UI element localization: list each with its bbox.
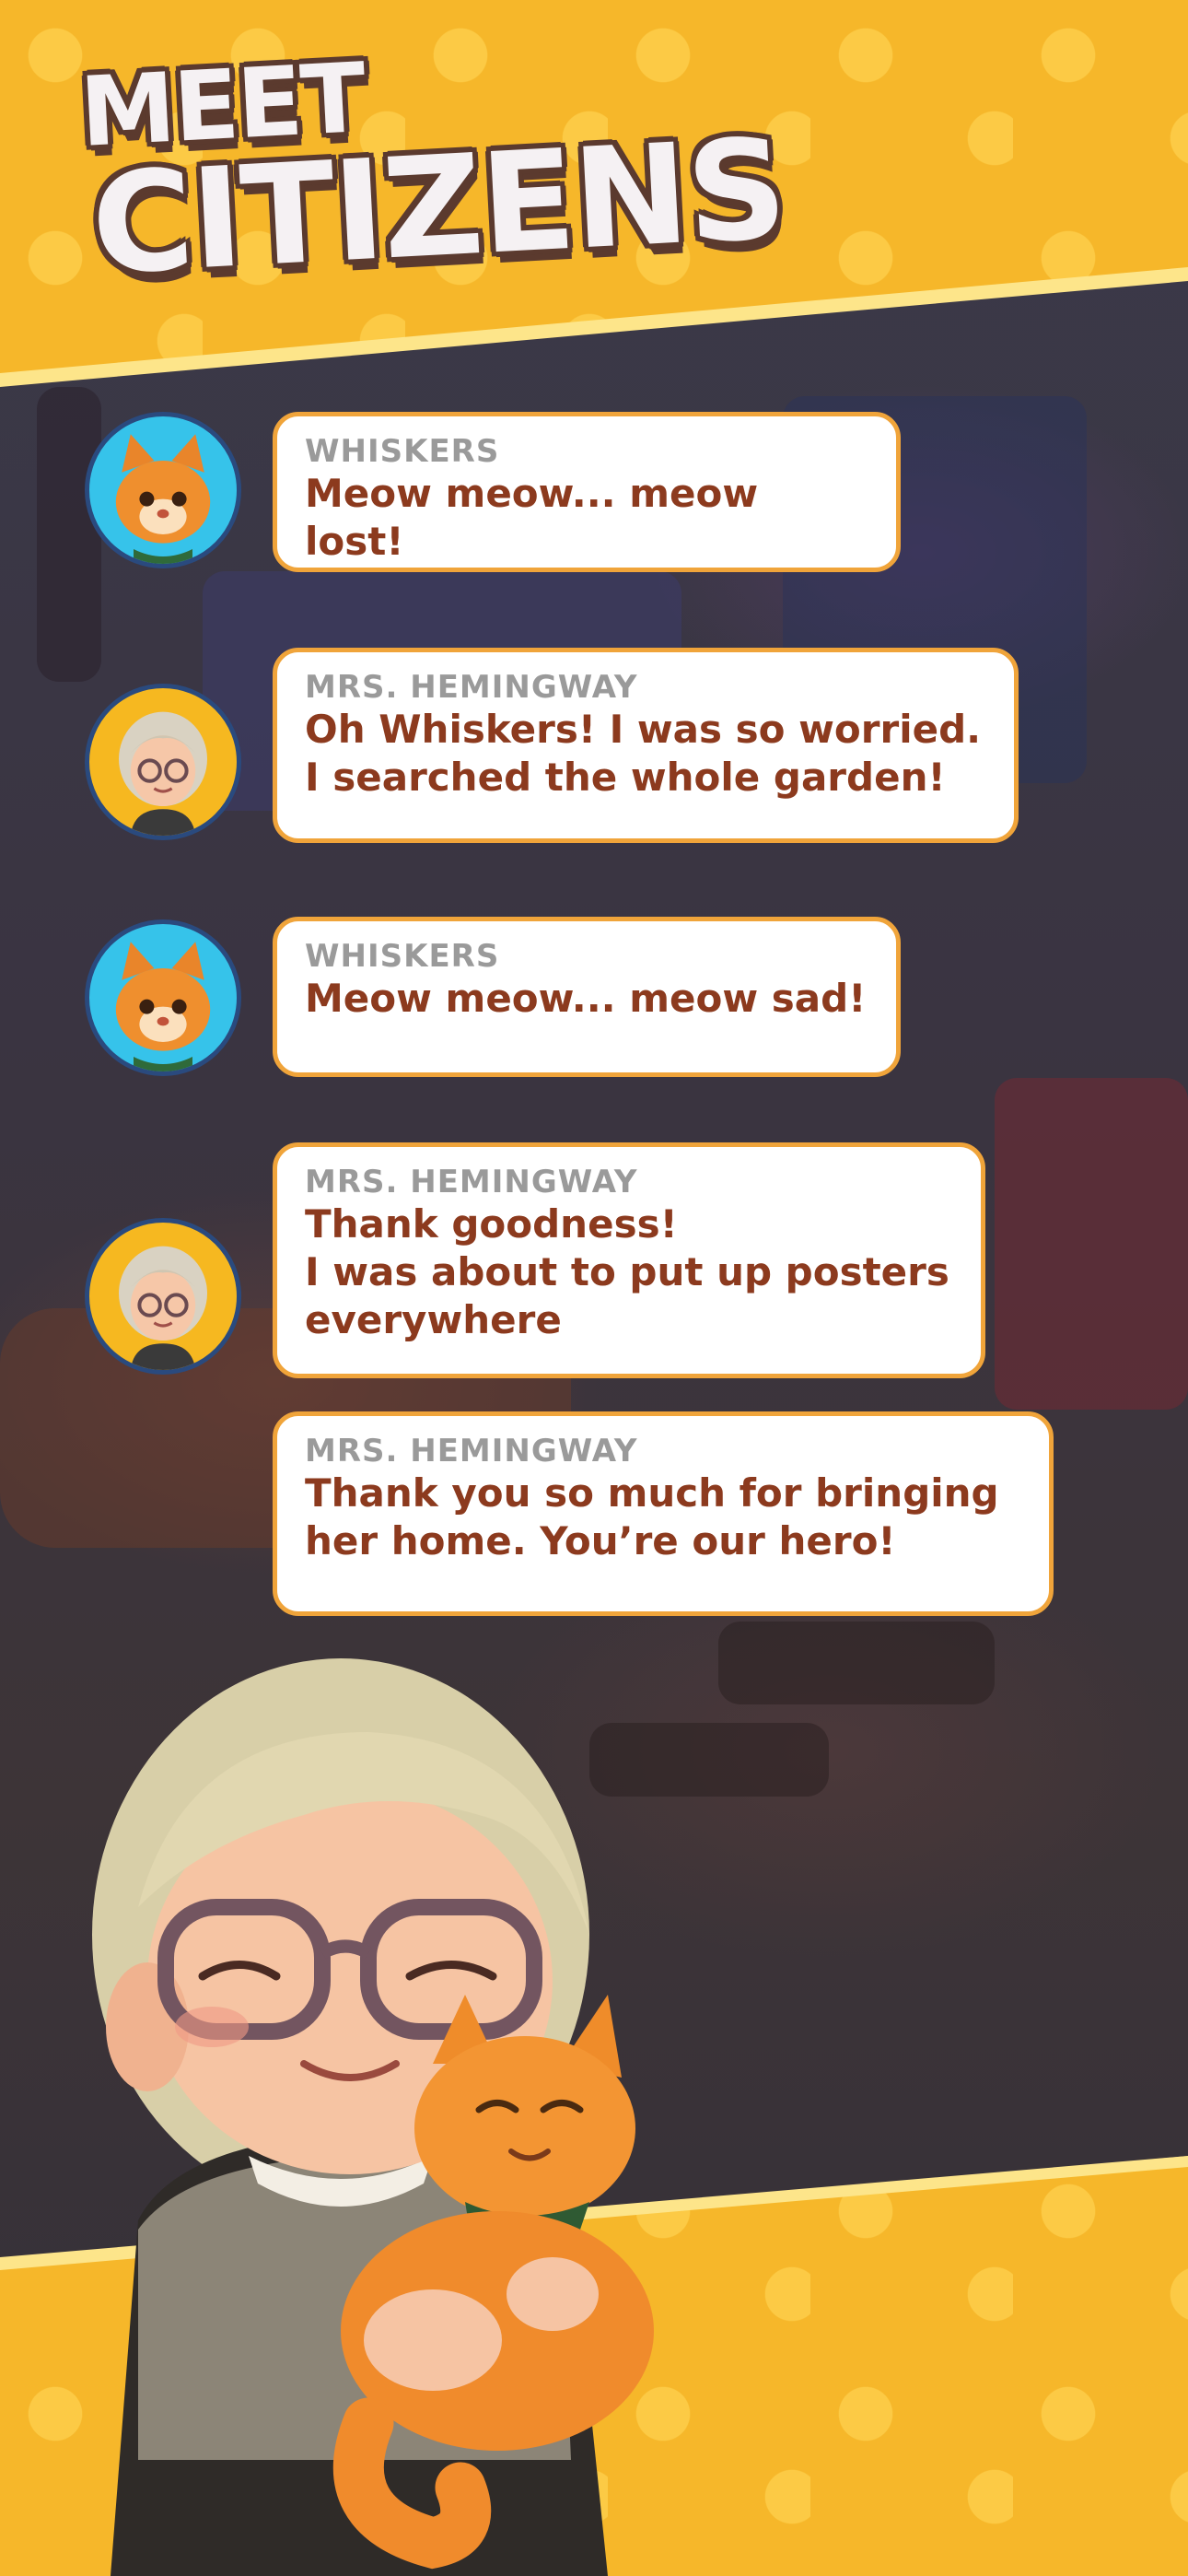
speaker-name: MRS. HEMINGWAY	[305, 1433, 638, 1469]
message-text: Thank you so much for bringing her home.…	[305, 1470, 999, 1563]
chat-bubble: WHISKERS Meow meow... meow lost!	[273, 412, 901, 572]
message-text: Thank goodness! I was about to put up po…	[305, 1201, 949, 1342]
grandma-avatar-icon	[85, 684, 241, 840]
chat-bubble: MRS. HEMINGWAY Thank you so much for bri…	[273, 1411, 1054, 1616]
speaker-name: WHISKERS	[305, 433, 500, 470]
message-text: Meow meow... meow sad!	[305, 976, 867, 1021]
cat-avatar-icon	[85, 412, 241, 568]
chat-bubble: MRS. HEMINGWAY Oh Whiskers! I was so wor…	[273, 648, 1019, 843]
grandma-avatar-icon	[85, 1218, 241, 1375]
message-text: Meow meow... meow lost!	[305, 471, 759, 564]
title-line-citizens: CITIZENS	[87, 109, 789, 306]
message-text: Oh Whiskers! I was so worried. I searche…	[305, 707, 982, 800]
page-title: MEET CITIZENS	[77, 41, 789, 306]
speaker-name: WHISKERS	[305, 938, 500, 975]
chat-bubble: MRS. HEMINGWAY Thank goodness! I was abo…	[273, 1142, 985, 1378]
chat-bubble: WHISKERS Meow meow... meow sad!	[273, 917, 901, 1077]
speaker-name: MRS. HEMINGWAY	[305, 1164, 638, 1200]
cat-avatar-icon	[85, 919, 241, 1076]
grandma-hugging-cat-icon	[92, 1658, 654, 2576]
speaker-name: MRS. HEMINGWAY	[305, 669, 638, 706]
